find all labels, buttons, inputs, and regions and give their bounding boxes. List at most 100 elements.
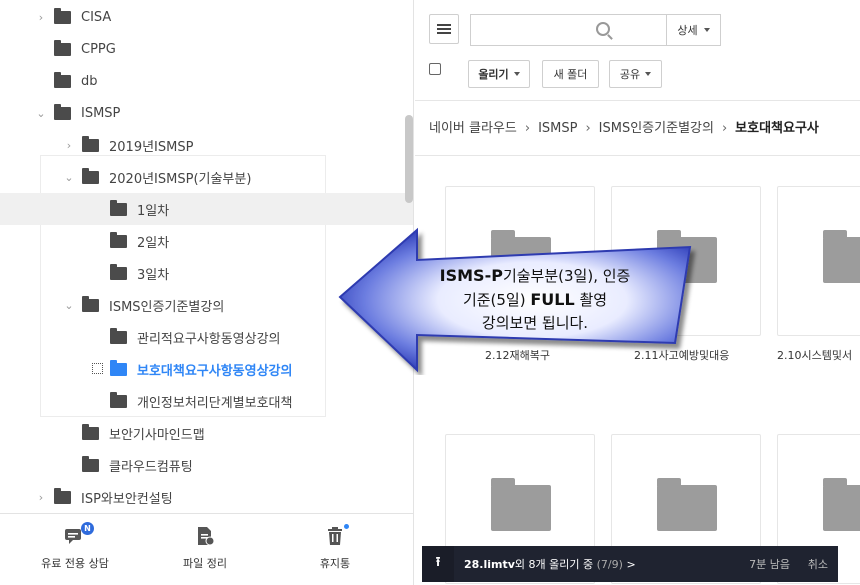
- tree-item-db[interactable]: db: [0, 65, 413, 97]
- annotation-bold: ISMS-P: [439, 266, 503, 285]
- tree-item-day1[interactable]: 1일차: [0, 193, 413, 225]
- folder-icon: [82, 135, 99, 152]
- divider: [415, 155, 860, 156]
- folder-icon: [54, 487, 71, 504]
- hamburger-icon: [437, 24, 451, 34]
- tree-item-cloud-computing[interactable]: 클라우드컴퓨팅: [0, 449, 413, 481]
- trash-label: 휴지통: [319, 557, 351, 570]
- tree-item-label: 1일차: [137, 203, 170, 219]
- trash-icon: [324, 524, 349, 546]
- chevron-right-icon[interactable]: ›: [64, 139, 74, 152]
- tree-item-label: CISA: [81, 9, 112, 25]
- upload-progress: (7/9): [596, 558, 623, 571]
- chevron-down-icon[interactable]: ⌄: [64, 299, 74, 312]
- chat-icon: N: [64, 522, 94, 546]
- upload-cancel-button[interactable]: 취소: [808, 556, 828, 572]
- annotation-full: FULL: [530, 290, 575, 309]
- folder-icon: [54, 71, 71, 88]
- share-button[interactable]: 공유: [609, 60, 662, 88]
- folder-icon: [823, 230, 860, 283]
- search-icon[interactable]: [596, 22, 610, 36]
- tree-item-label: 2019년ISMSP: [109, 139, 194, 155]
- menu-button[interactable]: [429, 14, 459, 44]
- folder-icon: [82, 423, 99, 440]
- tree-item-label: 개인정보처리단계별보호대책: [137, 395, 293, 411]
- tree-item-label: ISP와보안컨설팅: [81, 491, 173, 507]
- tree-item-2019-ismsp[interactable]: › 2019년ISMSP: [0, 129, 413, 161]
- breadcrumb-separator-icon: ›: [585, 121, 591, 136]
- select-all-checkbox[interactable]: [429, 63, 451, 85]
- detail-dropdown[interactable]: 상세: [666, 14, 721, 46]
- upload-button[interactable]: 올리기: [468, 60, 530, 88]
- file-organize-label: 파일 정리: [183, 557, 227, 570]
- tree-item-label: 2020년ISMSP(기술부분): [109, 171, 252, 187]
- folder-icon: [82, 455, 99, 472]
- folder-icon: [54, 7, 71, 24]
- folder-icon: [491, 478, 551, 531]
- tree-item-ismsp[interactable]: ⌄ ISMSP: [0, 97, 413, 129]
- chevron-down-icon[interactable]: ⌄: [36, 107, 46, 120]
- folder-icon: [657, 478, 717, 531]
- folder-card-label[interactable]: 2.10시스템및서: [777, 347, 852, 363]
- folder-card[interactable]: [777, 186, 860, 336]
- search-box: [470, 14, 667, 46]
- folder-icon: [82, 295, 99, 312]
- tree-item-label: ISMSP: [81, 105, 121, 121]
- breadcrumb: 네이버 클라우드 › ISMSP › ISMS인증기준별강의 › 보호대책요구사: [429, 117, 819, 136]
- folder-icon: [82, 167, 99, 184]
- caret-down-icon: [703, 28, 710, 32]
- folder-icon: [110, 231, 127, 248]
- tree-scrollbar[interactable]: [405, 115, 413, 203]
- tree-item-label: ISMS인증기준별강의: [109, 299, 225, 315]
- annotation-text: ISMS-P기술부분(3일), 인증 기준(5일) FULL 촬영 강의보면 됩…: [400, 264, 670, 335]
- new-folder-button[interactable]: 새 폴더: [542, 60, 599, 88]
- breadcrumb-current: 보호대책요구사: [735, 121, 819, 136]
- bottom-nav: N 유료 전용 상담 파일 정리 휴지통: [0, 513, 414, 585]
- breadcrumb-separator-icon: ›: [524, 121, 531, 136]
- chevron-right-icon[interactable]: ›: [36, 11, 46, 24]
- annotation-line2a: 기준(5일): [462, 291, 531, 309]
- detail-label: 상세: [677, 24, 698, 37]
- upload-filename: 28.limtv: [464, 558, 515, 571]
- paid-chat-button[interactable]: N 유료 전용 상담: [15, 522, 135, 571]
- tree-item-security-mindmap[interactable]: 보안기사마인드맵: [0, 417, 413, 449]
- new-badge: N: [81, 522, 94, 535]
- chevron-right-icon: >: [626, 558, 636, 571]
- tree-item-cppg[interactable]: CPPG: [0, 33, 413, 65]
- annotation-line2b: 촬영: [574, 291, 608, 309]
- tree-item-label: CPPG: [81, 41, 116, 57]
- upload-status[interactable]: 28.limtv외 8개 올리기 중 (7/9) >: [464, 556, 636, 572]
- tree-item-label: 클라우드컴퓨팅: [109, 459, 193, 475]
- tree-item-2020-ismsp[interactable]: ⌄ 2020년ISMSP(기술부분): [0, 161, 413, 193]
- tree-item-label: db: [81, 73, 98, 89]
- upload-label: 올리기: [478, 68, 509, 81]
- file-organize-button[interactable]: 파일 정리: [145, 526, 265, 571]
- trash-button[interactable]: 휴지통: [275, 524, 395, 571]
- annotation-line1: 기술부분(3일), 인증: [502, 267, 631, 285]
- breadcrumb-item[interactable]: ISMSP: [538, 121, 577, 136]
- new-folder-label: 새 폴더: [553, 68, 588, 81]
- annotation-line3: 강의보면 됩니다.: [481, 314, 589, 332]
- tree-item-label: 보안기사마인드맵: [109, 427, 205, 443]
- caret-down-icon: [513, 72, 520, 76]
- folder-icon: [110, 327, 127, 344]
- tree-item-privacy-protection[interactable]: 개인정보처리단계별보호대책: [0, 385, 413, 417]
- focus-checkbox[interactable]: [92, 363, 103, 374]
- upload-progress-bar[interactable]: ⭱ 28.limtv외 8개 올리기 중 (7/9) > 7분 남음 취소: [422, 546, 838, 582]
- caret-down-icon: [645, 72, 652, 76]
- tree-item-isp-consulting[interactable]: › ISP와보안컨설팅: [0, 481, 413, 513]
- upload-text: 외 8개 올리기 중: [514, 558, 594, 571]
- folder-icon: [110, 391, 127, 408]
- folder-icon: [110, 359, 127, 376]
- upload-remaining: 7분 남음: [749, 558, 790, 571]
- breadcrumb-item[interactable]: 네이버 클라우드: [429, 121, 517, 136]
- chevron-right-icon[interactable]: ›: [36, 491, 46, 504]
- paid-chat-label: 유료 전용 상담: [41, 557, 109, 570]
- folder-icon: [110, 199, 127, 216]
- chevron-down-icon[interactable]: ⌄: [64, 171, 74, 184]
- search-input[interactable]: [471, 15, 667, 45]
- divider: [415, 100, 860, 101]
- folder-icon: [823, 478, 860, 531]
- breadcrumb-item[interactable]: ISMS인증기준별강의: [599, 121, 714, 136]
- tree-item-cisa[interactable]: › CISA: [0, 1, 413, 33]
